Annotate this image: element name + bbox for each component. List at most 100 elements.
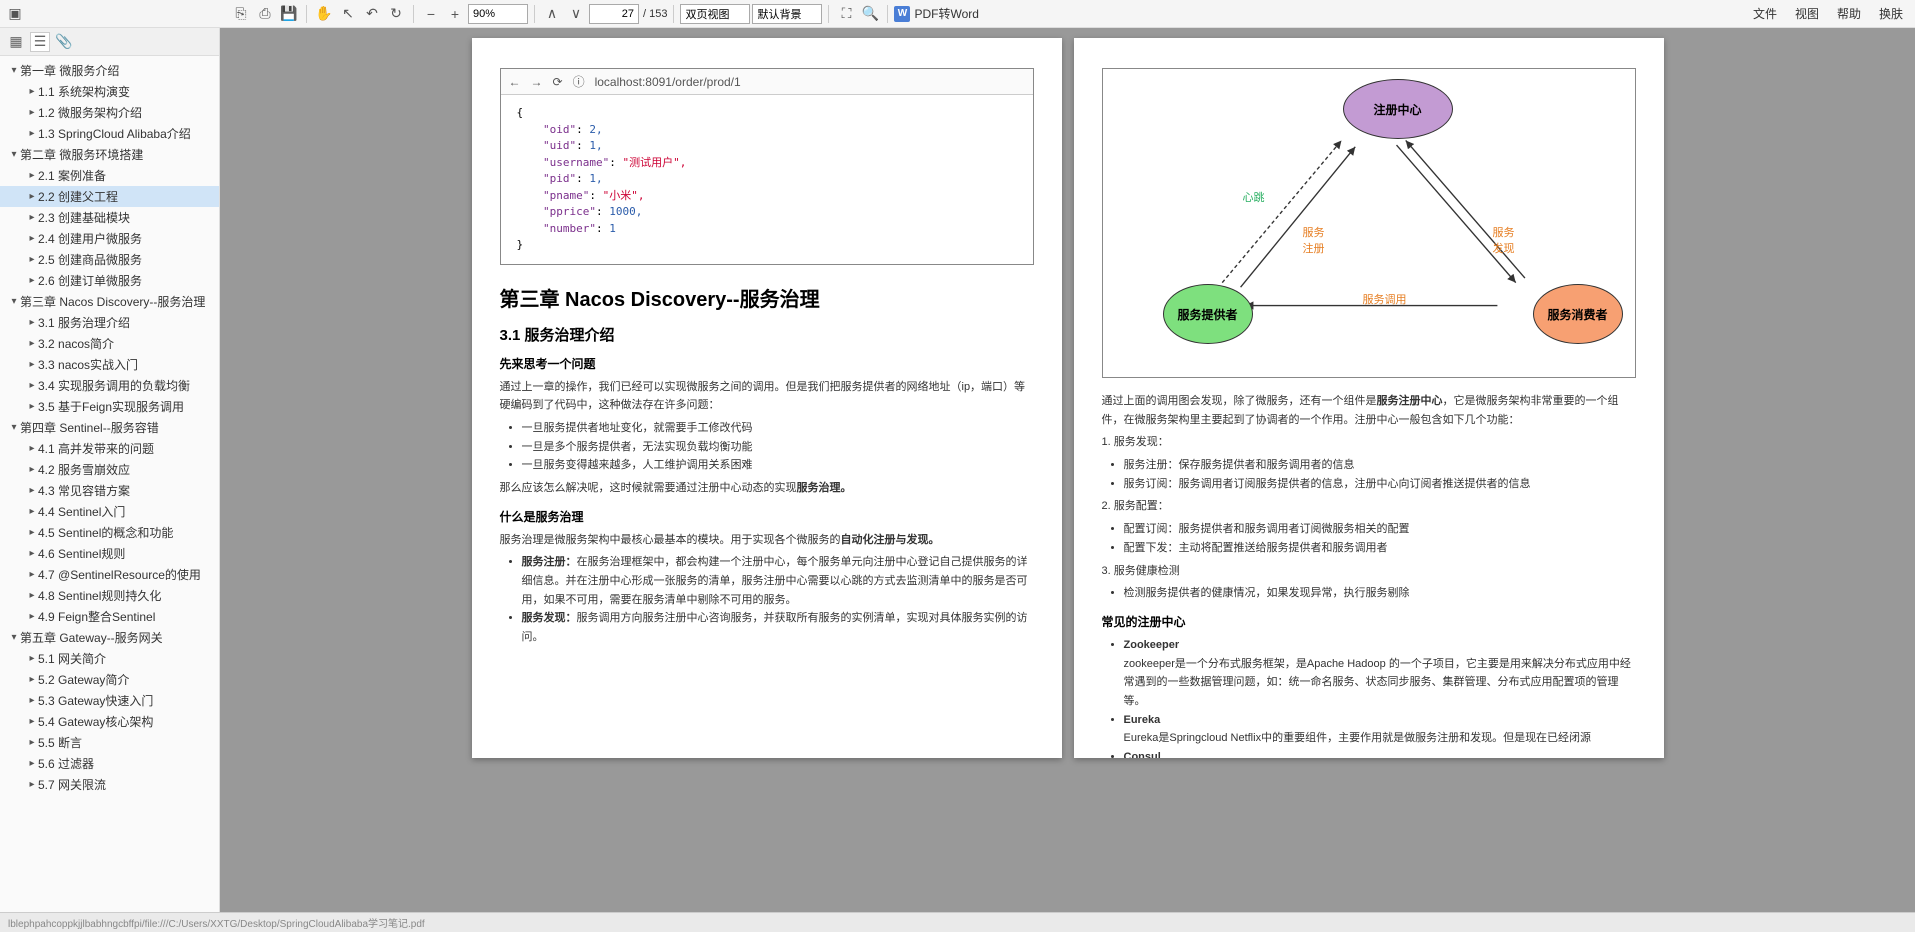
- caret-right-icon[interactable]: ▸: [26, 338, 38, 349]
- caret-right-icon[interactable]: ▸: [26, 758, 38, 769]
- outline-item[interactable]: ▸3.3 nacos实战入门: [0, 354, 219, 375]
- caret-down-icon[interactable]: ▾: [8, 296, 20, 307]
- caret-down-icon[interactable]: ▾: [8, 632, 20, 643]
- outline-item[interactable]: ▾第五章 Gateway--服务网关: [0, 627, 219, 648]
- outline-item[interactable]: ▸3.1 服务治理介绍: [0, 312, 219, 333]
- outline-item[interactable]: ▸1.2 微服务架构介绍: [0, 102, 219, 123]
- outline-item[interactable]: ▸5.7 网关限流: [0, 774, 219, 795]
- caret-right-icon[interactable]: ▸: [26, 233, 38, 244]
- caret-right-icon[interactable]: ▸: [26, 191, 38, 202]
- document-viewport[interactable]: ← → ⟳ ⓘ localhost:8091/order/prod/1 { "o…: [220, 28, 1915, 912]
- outline-item[interactable]: ▸2.4 创建用户微服务: [0, 228, 219, 249]
- outline-item[interactable]: ▾第二章 微服务环境搭建: [0, 144, 219, 165]
- outline-item[interactable]: ▸5.5 断言: [0, 732, 219, 753]
- pdf-to-word-button[interactable]: W PDF转Word: [894, 5, 978, 22]
- fullscreen-icon[interactable]: ⛶: [835, 3, 857, 25]
- info-icon: ⓘ: [573, 73, 585, 90]
- what-para: 服务治理是微服务架构中最核心最基本的模块。用于实现各个微服务的自动化注册与发现。: [500, 531, 1034, 550]
- thumbnails-tab-icon[interactable]: ▦: [6, 32, 26, 52]
- outline-label: 4.6 Sentinel规则: [38, 545, 125, 562]
- caret-right-icon[interactable]: ▸: [26, 779, 38, 790]
- caret-right-icon[interactable]: ▸: [26, 443, 38, 454]
- hand-tool-icon[interactable]: ✋: [313, 3, 335, 25]
- outline-item[interactable]: ▸3.2 nacos简介: [0, 333, 219, 354]
- caret-right-icon[interactable]: ▸: [26, 527, 38, 538]
- outline-item[interactable]: ▾第一章 微服务介绍: [0, 60, 219, 81]
- rotate-right-icon[interactable]: ↻: [385, 3, 407, 25]
- caret-right-icon[interactable]: ▸: [26, 737, 38, 748]
- save-icon[interactable]: 💾: [278, 3, 300, 25]
- caret-right-icon[interactable]: ▸: [26, 128, 38, 139]
- caret-right-icon[interactable]: ▸: [26, 317, 38, 328]
- open-icon[interactable]: ⎘: [230, 3, 252, 25]
- search-icon[interactable]: 🔍: [859, 3, 881, 25]
- caret-right-icon[interactable]: ▸: [26, 170, 38, 181]
- caret-right-icon[interactable]: ▸: [26, 86, 38, 97]
- outline-item[interactable]: ▸2.2 创建父工程: [0, 186, 219, 207]
- caret-right-icon[interactable]: ▸: [26, 674, 38, 685]
- outline-tab-icon[interactable]: ☰: [30, 32, 50, 52]
- caret-right-icon[interactable]: ▸: [26, 107, 38, 118]
- zoom-out-icon[interactable]: −: [420, 3, 442, 25]
- zoom-in-icon[interactable]: +: [444, 3, 466, 25]
- menu-help[interactable]: 帮助: [1829, 5, 1869, 22]
- outline-item[interactable]: ▸4.3 常见容错方案: [0, 480, 219, 501]
- caret-right-icon[interactable]: ▸: [26, 464, 38, 475]
- caret-right-icon[interactable]: ▸: [26, 548, 38, 559]
- outline-item[interactable]: ▸1.3 SpringCloud Alibaba介绍: [0, 123, 219, 144]
- outline-item[interactable]: ▸2.1 案例准备: [0, 165, 219, 186]
- caret-down-icon[interactable]: ▾: [8, 149, 20, 160]
- sidebar-toggle-icon[interactable]: ▣: [4, 3, 26, 25]
- prev-page-icon[interactable]: ∧: [541, 3, 563, 25]
- outline-item[interactable]: ▸4.4 Sentinel入门: [0, 501, 219, 522]
- outline-item[interactable]: ▸2.3 创建基础模块: [0, 207, 219, 228]
- page-number-input[interactable]: [589, 4, 639, 24]
- zoom-select[interactable]: [468, 4, 528, 24]
- next-page-icon[interactable]: ∨: [565, 3, 587, 25]
- outline-item[interactable]: ▸4.5 Sentinel的概念和功能: [0, 522, 219, 543]
- outline-item[interactable]: ▸4.1 高并发带来的问题: [0, 438, 219, 459]
- select-tool-icon[interactable]: ↖: [337, 3, 359, 25]
- caret-right-icon[interactable]: ▸: [26, 569, 38, 580]
- outline-item[interactable]: ▸2.5 创建商品微服务: [0, 249, 219, 270]
- outline-item[interactable]: ▸3.5 基于Feign实现服务调用: [0, 396, 219, 417]
- caret-right-icon[interactable]: ▸: [26, 716, 38, 727]
- outline-item[interactable]: ▸4.6 Sentinel规则: [0, 543, 219, 564]
- outline-item[interactable]: ▸4.8 Sentinel规则持久化: [0, 585, 219, 606]
- outline-item[interactable]: ▸4.2 服务雪崩效应: [0, 459, 219, 480]
- outline-item[interactable]: ▸4.7 @SentinelResource的使用: [0, 564, 219, 585]
- outline-item[interactable]: ▾第四章 Sentinel--服务容错: [0, 417, 219, 438]
- print-icon[interactable]: ⎙: [254, 3, 276, 25]
- outline-item[interactable]: ▸1.1 系统架构演变: [0, 81, 219, 102]
- caret-right-icon[interactable]: ▸: [26, 380, 38, 391]
- caret-right-icon[interactable]: ▸: [26, 653, 38, 664]
- rotate-left-icon[interactable]: ↶: [361, 3, 383, 25]
- outline-item[interactable]: ▸5.6 过滤器: [0, 753, 219, 774]
- caret-right-icon[interactable]: ▸: [26, 611, 38, 622]
- caret-right-icon[interactable]: ▸: [26, 506, 38, 517]
- outline-item[interactable]: ▸5.3 Gateway快速入门: [0, 690, 219, 711]
- outline-item[interactable]: ▸3.4 实现服务调用的负载均衡: [0, 375, 219, 396]
- outline-item[interactable]: ▸2.6 创建订单微服务: [0, 270, 219, 291]
- caret-down-icon[interactable]: ▾: [8, 422, 20, 433]
- attachments-tab-icon[interactable]: 📎: [54, 32, 74, 52]
- caret-right-icon[interactable]: ▸: [26, 590, 38, 601]
- caret-right-icon[interactable]: ▸: [26, 275, 38, 286]
- bg-mode-select[interactable]: [752, 4, 822, 24]
- caret-right-icon[interactable]: ▸: [26, 212, 38, 223]
- caret-right-icon[interactable]: ▸: [26, 254, 38, 265]
- outline-item[interactable]: ▸5.4 Gateway核心架构: [0, 711, 219, 732]
- view-mode-select[interactable]: [680, 4, 750, 24]
- menu-file[interactable]: 文件: [1745, 5, 1785, 22]
- caret-right-icon[interactable]: ▸: [26, 695, 38, 706]
- caret-right-icon[interactable]: ▸: [26, 485, 38, 496]
- caret-right-icon[interactable]: ▸: [26, 401, 38, 412]
- outline-item[interactable]: ▾第三章 Nacos Discovery--服务治理: [0, 291, 219, 312]
- menu-skin[interactable]: 换肤: [1871, 5, 1911, 22]
- outline-item[interactable]: ▸4.9 Feign整合Sentinel: [0, 606, 219, 627]
- outline-item[interactable]: ▸5.1 网关简介: [0, 648, 219, 669]
- menu-view[interactable]: 视图: [1787, 5, 1827, 22]
- caret-down-icon[interactable]: ▾: [8, 65, 20, 76]
- caret-right-icon[interactable]: ▸: [26, 359, 38, 370]
- outline-item[interactable]: ▸5.2 Gateway简介: [0, 669, 219, 690]
